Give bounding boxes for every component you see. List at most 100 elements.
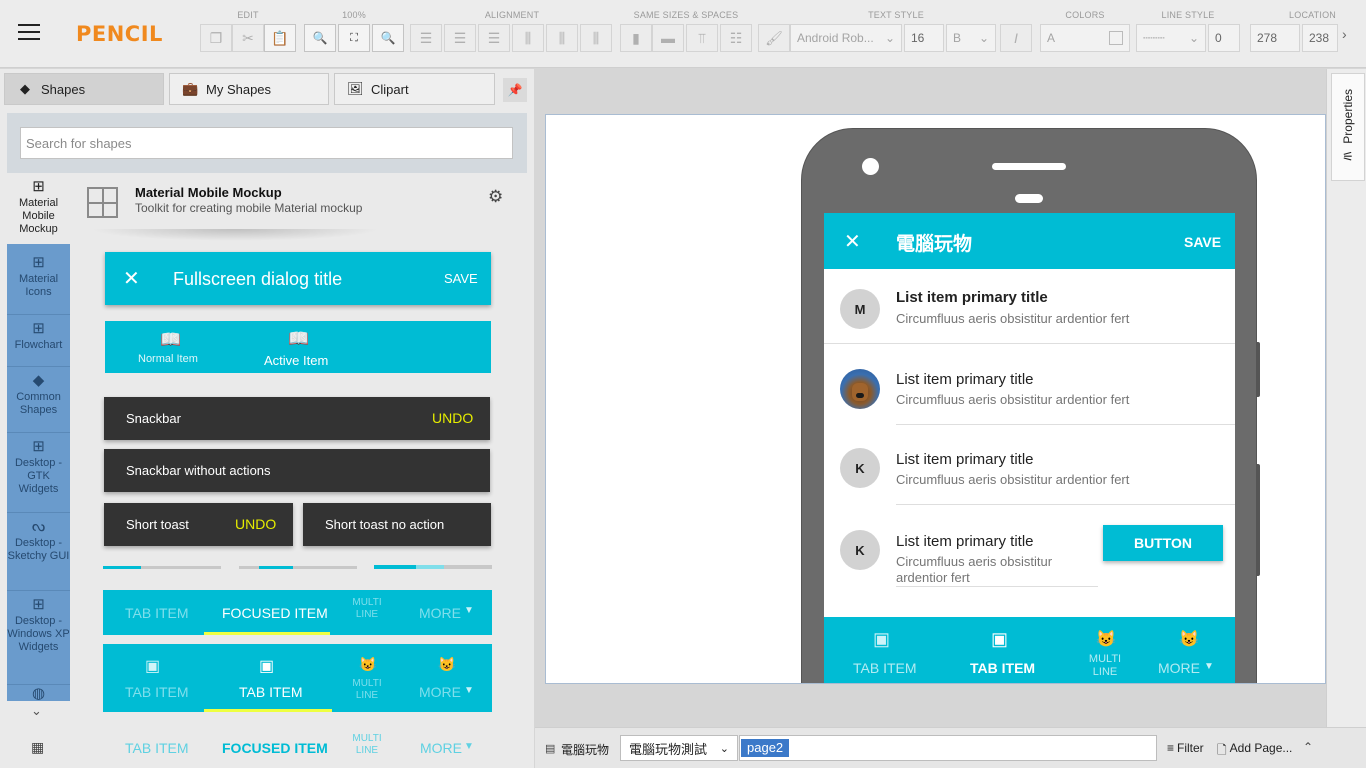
category-flowchart[interactable]: ⊞ Flowchart (7, 315, 70, 367)
stencil-bottom-navigation[interactable]: 📖 Normal Item 📖 Active Item (105, 321, 491, 373)
tab-item-2[interactable]: TAB ITEM (970, 660, 1035, 676)
toolbar-scroll-right-icon[interactable]: › (1342, 26, 1347, 42)
align-middle-button[interactable]: ⫼ (546, 24, 578, 52)
apps-grid-icon[interactable]: ▦ (31, 739, 44, 756)
chevron-down-icon[interactable]: ⌄ (31, 703, 42, 719)
layers-icon: ◆ (32, 372, 45, 389)
align-top-button[interactable]: ⫼ (512, 24, 544, 52)
close-icon[interactable]: ✕ (844, 229, 861, 254)
avatar: K (840, 448, 880, 488)
cut-button[interactable]: ✂ (232, 24, 264, 52)
font-family-value: Android Rob... (797, 31, 874, 45)
list-item[interactable]: K List item primary title Circumfluus ae… (824, 505, 1235, 605)
list-item[interactable]: K List item primary title Circumfluus ae… (824, 425, 1235, 505)
stencil-progress-bar[interactable] (239, 566, 357, 569)
font-size-value: 16 (911, 31, 925, 45)
align-left-button[interactable]: ☰ (410, 24, 442, 52)
progress-fill (374, 565, 444, 569)
stencil-snackbar[interactable]: Snackbar UNDO (104, 397, 490, 440)
font-family-select[interactable]: Android Rob... ⌄ (790, 24, 902, 52)
tab-item-3[interactable]: MULTI LINE (1084, 653, 1126, 679)
stencil-tabs-icons[interactable]: ▣ TAB ITEM ▣ TAB ITEM 😺 MULTI LINE 😺 MOR… (103, 644, 492, 712)
category-label: Material Mobile Mockup (18, 197, 59, 235)
tab-my-shapes[interactable]: 💼 My Shapes (169, 73, 329, 105)
space-vertical-button[interactable]: ☷ (720, 24, 752, 52)
add-page-icon: 🗋 (1217, 743, 1227, 757)
menu-icon[interactable] (18, 24, 42, 44)
font-size-field[interactable]: 16 (904, 24, 944, 52)
chevron-up-icon[interactable]: ⌃ (1303, 740, 1313, 754)
phone-mockup[interactable]: ✕ 電腦玩物 SAVE M List item primary title Ci… (801, 128, 1260, 683)
briefcase-icon: 💼 (182, 81, 199, 96)
stencil-tabs-text[interactable]: TAB ITEM FOCUSED ITEM MULTI LINE MORE ▼ (103, 590, 492, 635)
cat-icon: 😺 (359, 656, 377, 672)
page-select[interactable]: 電腦玩物測試 ⌄ (620, 735, 738, 761)
phone-camera (862, 158, 879, 175)
properties-label: Properties (1341, 88, 1355, 144)
stencil-fullscreen-dialog[interactable]: ✕ Fullscreen dialog title SAVE (105, 252, 491, 305)
grid-icon: ⊞ (32, 178, 45, 195)
line-style-select[interactable]: ┄┄┄ ⌄ (1136, 24, 1206, 52)
format-painter-button[interactable]: 🖌 (758, 24, 790, 52)
filter-button[interactable]: ≡ Filter (1167, 741, 1204, 755)
properties-tab[interactable]: Properties ⚟ (1331, 73, 1365, 181)
space-horizontal-button[interactable]: ⫪ (686, 24, 718, 52)
list-item[interactable]: List item primary title Circumfluus aeri… (824, 345, 1235, 425)
align-top-icon: ⫼ (524, 29, 532, 46)
add-page-button[interactable]: 🗋 Add Page... (1217, 741, 1292, 762)
paste-button[interactable]: 📋 (264, 24, 296, 52)
zoom-out-button[interactable]: 🔍 (304, 24, 336, 52)
app-bar-save-button[interactable]: SAVE (1184, 234, 1221, 250)
line-style-icon: ┄┄┄ (1143, 31, 1165, 45)
align-bottom-button[interactable]: ⫼ (580, 24, 612, 52)
progress-fill (259, 566, 293, 569)
font-weight-select[interactable]: B ⌄ (946, 24, 996, 52)
location-x-field[interactable]: 278 (1250, 24, 1300, 52)
canvas-area[interactable]: ✕ 電腦玩物 SAVE M List item primary title Ci… (535, 69, 1326, 727)
stencil-progress-bar[interactable] (103, 566, 221, 569)
search-input[interactable] (20, 127, 513, 159)
zoom-out-icon: 🔍 (312, 31, 328, 45)
tab-item-4[interactable]: MORE (1158, 660, 1200, 676)
stencil-snackbar-noaction-text: Snackbar without actions (126, 463, 271, 478)
list-item[interactable]: M List item primary title Circumfluus ae… (824, 269, 1235, 344)
stencil-tabs-light[interactable]: TAB ITEM FOCUSED ITEM MULTI LINE MORE ▼ (103, 727, 492, 768)
gear-icon[interactable]: ⚙ (488, 187, 503, 207)
drawing-page[interactable]: ✕ 電腦玩物 SAVE M List item primary title Ci… (545, 114, 1326, 684)
category-common-shapes[interactable]: ◆ Common Shapes (7, 367, 70, 433)
stencil-toast[interactable]: Short toast UNDO (104, 503, 293, 546)
tab-item-1[interactable]: TAB ITEM (853, 660, 917, 676)
category-label: Desktop - GTK Widgets (14, 457, 63, 495)
toolbar-group-label: LOCATION (1289, 10, 1336, 20)
zoom-in-button[interactable]: 🔍 (372, 24, 404, 52)
fit-screen-button[interactable]: ⛶ (338, 24, 370, 52)
same-height-button[interactable]: ▬ (652, 24, 684, 52)
tab-clipart[interactable]: 🖼 Clipart (334, 73, 495, 105)
chevron-down-icon: ⌄ (884, 31, 895, 45)
category-desktop-gtk[interactable]: ⊞ Desktop - GTK Widgets (7, 433, 70, 513)
pin-icon[interactable]: 📌 (503, 78, 527, 102)
page-tab-page2[interactable]: page2 (741, 739, 790, 757)
category-material-mobile-mockup[interactable]: ⊞ Material Mobile Mockup (7, 173, 70, 244)
text-color-picker[interactable]: A (1040, 24, 1130, 52)
stencil-toast-no-action[interactable]: Short toast no action (303, 503, 491, 546)
align-center-button[interactable]: ☰ (444, 24, 476, 52)
list-action-button[interactable]: BUTTON (1103, 525, 1223, 561)
app-bar[interactable]: ✕ 電腦玩物 SAVE (824, 213, 1235, 269)
toolbar-group-colors: COLORS A (1040, 0, 1130, 68)
line-width-field[interactable]: 0 (1208, 24, 1240, 52)
tab-shapes[interactable]: ◆ Shapes (4, 73, 164, 105)
location-y-field[interactable]: 238 (1302, 24, 1338, 52)
category-material-icons[interactable]: ⊞ Material Icons (7, 249, 70, 315)
stencil-progress-bar[interactable] (374, 565, 492, 569)
stencil-snackbar-no-action[interactable]: Snackbar without actions (104, 449, 490, 492)
category-more-icon[interactable]: ◍ (7, 685, 70, 701)
cat-icon: 😺 (438, 656, 456, 672)
same-width-button[interactable]: ▮ (620, 24, 652, 52)
avatar: M (840, 289, 880, 329)
category-desktop-winxp[interactable]: ⊞ Desktop - Windows XP Widgets (7, 591, 70, 685)
category-desktop-sketchy[interactable]: ᔓ Desktop - Sketchy GUI (7, 513, 70, 591)
copy-button[interactable]: ❐ (200, 24, 232, 52)
italic-button[interactable]: I (1000, 24, 1032, 52)
align-right-button[interactable]: ☰ (478, 24, 510, 52)
